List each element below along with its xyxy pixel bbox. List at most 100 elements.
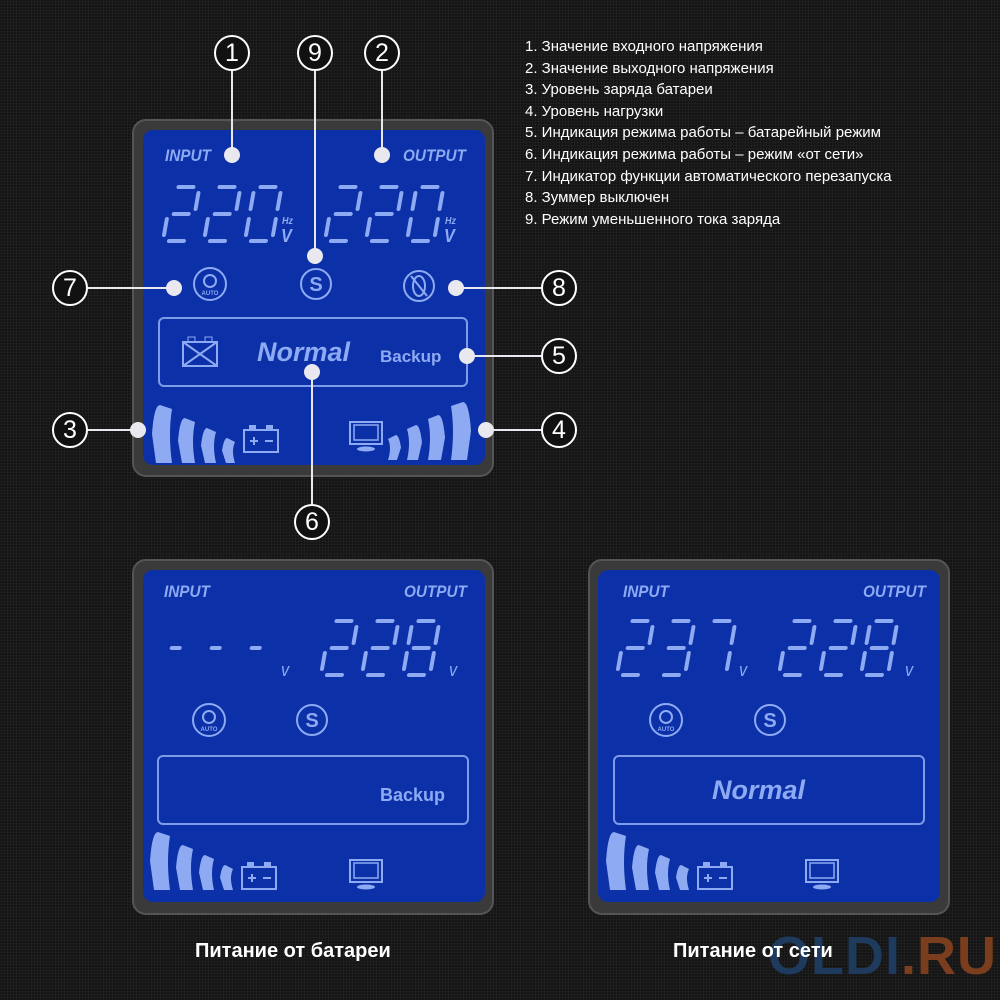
lcd-graphics: AUTO S AUTO S AUTO S: [150, 185, 899, 890]
segment: [433, 625, 441, 645]
segment: [333, 212, 353, 216]
segment: [324, 673, 344, 677]
segment: [823, 673, 843, 677]
callout-line: [311, 372, 313, 505]
segment: [420, 185, 440, 189]
callout-dot: [459, 348, 475, 364]
segment: [406, 625, 414, 645]
auto-label: AUTO: [658, 727, 675, 733]
battery-level-bar: [220, 865, 233, 890]
segment: [370, 646, 390, 650]
segment: [379, 185, 399, 189]
callout-line: [466, 355, 542, 357]
segment: [405, 217, 413, 237]
battery-signs: [250, 437, 273, 445]
callout-dot: [130, 422, 146, 438]
segment: [428, 651, 436, 671]
seven-segment-digit: [818, 619, 858, 677]
segment: [818, 651, 826, 671]
callout-line: [456, 287, 542, 289]
segment: [193, 191, 201, 211]
battery-terminal: [247, 862, 254, 867]
seven-segment-digit: [202, 185, 242, 243]
battery-terminal: [703, 862, 710, 867]
segment: [329, 646, 349, 650]
seven-segment-digit: [209, 646, 222, 650]
segment: [248, 239, 268, 243]
segment: [248, 191, 256, 211]
segment: [351, 625, 359, 645]
callout-line: [486, 429, 542, 431]
battery-level-bar: [150, 832, 170, 890]
mains-caption: Питание от сети: [673, 940, 833, 962]
auto-restart-icon-ring: [659, 710, 673, 724]
callout-6: 6: [294, 504, 330, 540]
segment: [688, 625, 696, 645]
segment: [869, 646, 889, 650]
segment: [777, 651, 785, 671]
segment: [683, 651, 691, 671]
segment: [365, 673, 385, 677]
seven-segment-digit: [323, 185, 363, 243]
segment: [202, 217, 210, 237]
battery-level-bar: [632, 845, 649, 890]
seven-segment-digit: [161, 185, 201, 243]
callout-4: 4: [541, 412, 577, 448]
segment: [319, 651, 327, 671]
segment: [787, 646, 807, 650]
battery-level-bar: [199, 855, 214, 890]
callout-dot: [478, 422, 494, 438]
callout-line: [314, 70, 316, 256]
segment: [729, 625, 737, 645]
battery-level-bar: [655, 855, 670, 890]
battery-signs: [248, 874, 271, 882]
battery-level-bar: [606, 832, 626, 890]
battery-level-bar: [676, 865, 689, 890]
callout-9: 9: [297, 35, 333, 71]
load-level-bar: [388, 435, 401, 460]
segment: [406, 673, 426, 677]
callout-dot: [448, 280, 464, 296]
callout-line: [231, 70, 233, 154]
segment: [625, 646, 645, 650]
load-level-bar: [451, 402, 471, 460]
segment: [249, 646, 262, 650]
callout-3: 3: [52, 412, 88, 448]
segment: [620, 673, 640, 677]
segment: [258, 185, 278, 189]
segment: [323, 217, 331, 237]
segment: [416, 619, 436, 623]
segment: [724, 651, 732, 671]
battery-level-bar: [176, 845, 193, 890]
segment: [410, 191, 418, 211]
seven-segment-digit: [405, 185, 445, 243]
callout-dot: [307, 248, 323, 264]
segment: [864, 625, 872, 645]
segment: [850, 625, 858, 645]
load-level-bar: [428, 415, 445, 460]
monitor-stand: [813, 884, 831, 890]
segment: [171, 212, 191, 216]
seven-segment-digit: [319, 619, 359, 677]
monitor-stand: [357, 446, 375, 452]
segment: [666, 646, 686, 650]
monitor-stand: [357, 884, 375, 890]
segment: [432, 217, 440, 237]
seven-segment-digit: [243, 185, 283, 243]
battery-level-bar: [201, 428, 216, 463]
battery-level-bar: [152, 405, 172, 463]
callout-dot: [166, 280, 182, 296]
callout-5: 5: [541, 338, 577, 374]
segment: [212, 212, 232, 216]
segment: [217, 185, 237, 189]
segment: [243, 217, 251, 237]
segment: [374, 212, 394, 216]
callout-dot: [304, 364, 320, 380]
seven-segment-digit: [364, 185, 404, 243]
battery-caption: Питание от батареи: [195, 940, 391, 962]
segment: [369, 239, 389, 243]
segment: [886, 651, 894, 671]
callout-1: 1: [214, 35, 250, 71]
segment: [782, 673, 802, 677]
callout-dot: [224, 147, 240, 163]
